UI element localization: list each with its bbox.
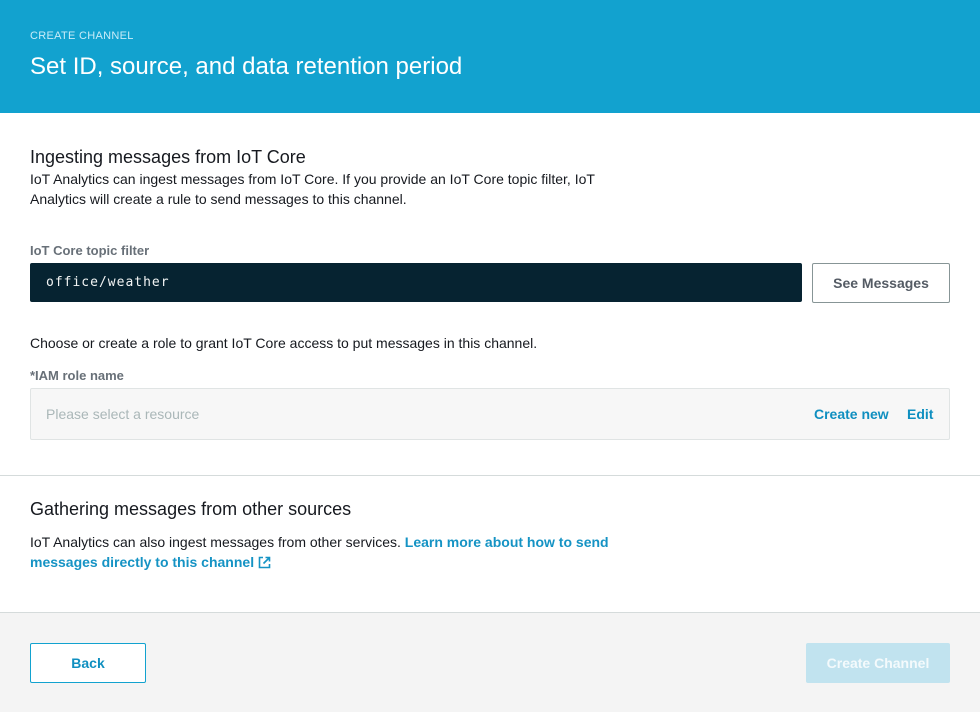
iot-core-title: Ingesting messages from IoT Core bbox=[30, 147, 306, 167]
other-sources-title: Gathering messages from other sources bbox=[30, 499, 352, 519]
topic-filter-input[interactable]: office/weather bbox=[30, 263, 802, 302]
other-sources-description: IoT Analytics can also ingest messages f… bbox=[30, 532, 610, 572]
create-channel-button[interactable]: Create Channel bbox=[806, 643, 950, 683]
iot-core-section: Ingesting messages from IoT Core IoT Ana… bbox=[0, 113, 980, 476]
create-new-link[interactable]: Create new bbox=[814, 406, 889, 422]
edit-link[interactable]: Edit bbox=[907, 406, 933, 422]
see-messages-button[interactable]: See Messages bbox=[812, 263, 950, 303]
external-link-icon bbox=[258, 556, 271, 569]
other-sources-section: Gathering messages from other sources Io… bbox=[0, 476, 980, 613]
topic-filter-label: IoT Core topic filter bbox=[30, 243, 150, 258]
iot-core-description: IoT Analytics can ingest messages from I… bbox=[30, 171, 595, 207]
iam-role-select[interactable]: Please select a resource Create new Edit bbox=[30, 388, 950, 440]
page-header: CREATE CHANNEL Set ID, source, and data … bbox=[0, 0, 980, 113]
page-eyebrow: CREATE CHANNEL bbox=[30, 30, 134, 42]
page-title: Set ID, source, and data retention perio… bbox=[30, 53, 463, 80]
iam-role-label: *IAM role name bbox=[30, 368, 124, 383]
wizard-footer: Back Create Channel bbox=[0, 613, 980, 712]
iam-role-placeholder: Please select a resource bbox=[46, 406, 200, 422]
role-hint-text: Choose or create a role to grant IoT Cor… bbox=[30, 335, 538, 351]
back-button[interactable]: Back bbox=[30, 643, 146, 683]
other-sources-text: IoT Analytics can also ingest messages f… bbox=[30, 534, 401, 550]
